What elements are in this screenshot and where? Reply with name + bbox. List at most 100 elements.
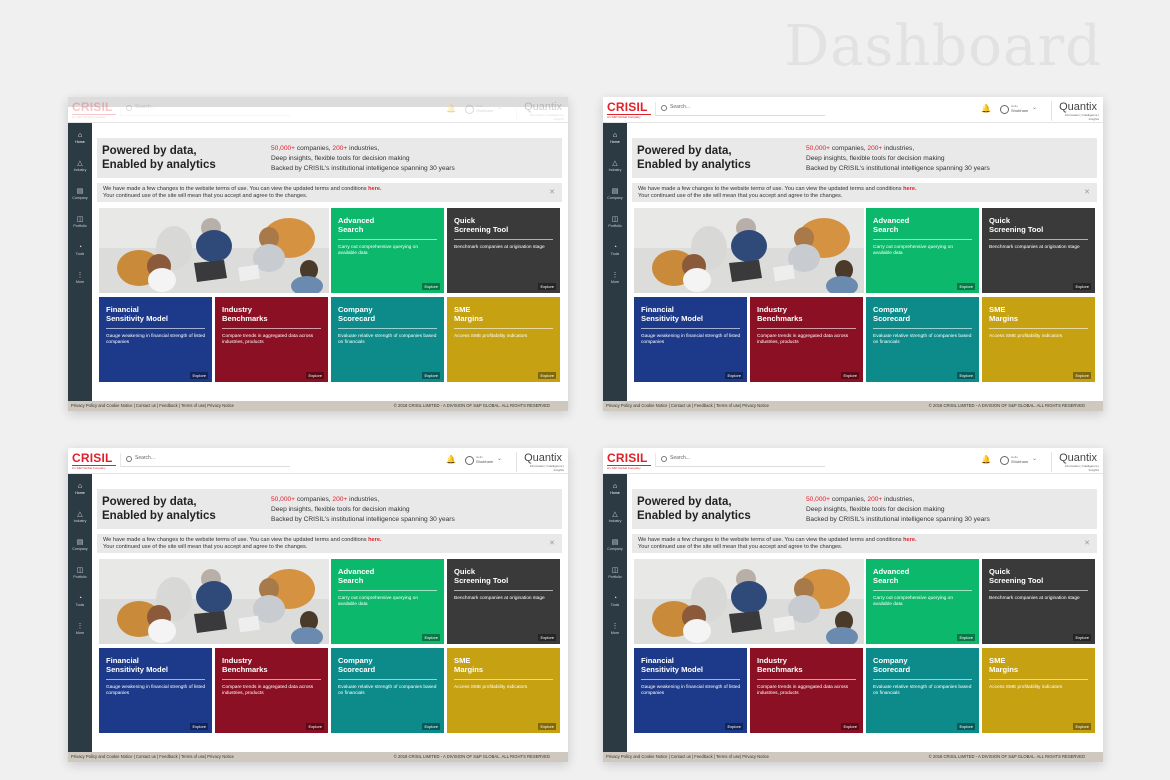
tile-advanced-search[interactable]: Advanced Search Carry out comprehensive q… xyxy=(331,208,444,293)
terms-link[interactable]: here. xyxy=(903,537,916,543)
sidebar-item-portfolio[interactable]: ◫ Portfolio xyxy=(68,211,92,235)
tile-industry-benchmarks[interactable]: Industry Benchmarks Compare trends in agg… xyxy=(215,648,328,733)
tile-quick-screening-tool[interactable]: Quick Screening Tool Benchmark companies … xyxy=(982,208,1095,293)
tile-quick-screening-tool[interactable]: Quick Screening Tool Benchmark companies … xyxy=(447,559,560,644)
search-input[interactable]: Search... xyxy=(655,453,825,467)
crisil-logo[interactable]: CRISIL An S&P Global Company xyxy=(72,101,116,119)
tile-advanced-search[interactable]: Advanced Search Carry out comprehensive q… xyxy=(331,559,444,644)
terms-link[interactable]: here. xyxy=(368,186,381,192)
tile-financial-sensitivity-model[interactable]: Financial Sensitivity Model Gauge weakeni… xyxy=(99,648,212,733)
sidebar-item-industry[interactable]: △ Industry xyxy=(603,506,627,530)
sidebar-item-industry[interactable]: △ Industry xyxy=(68,506,92,530)
tile-sme-margins[interactable]: SME Margins Access SME profitability indi… xyxy=(447,297,560,382)
explore-button[interactable]: Explore xyxy=(957,723,975,730)
tile-quick-screening-tool[interactable]: Quick Screening Tool Benchmark companies … xyxy=(447,208,560,293)
search-input[interactable]: Search... xyxy=(120,453,290,467)
sidebar-item-portfolio[interactable]: ◫ Portfolio xyxy=(603,562,627,586)
close-icon[interactable]: ✕ xyxy=(549,539,555,547)
tile-industry-benchmarks[interactable]: Industry Benchmarks Compare trends in agg… xyxy=(750,648,863,733)
tile-financial-sensitivity-model[interactable]: Financial Sensitivity Model Gauge weakeni… xyxy=(99,297,212,382)
explore-button[interactable]: Explore xyxy=(306,372,324,379)
close-icon[interactable]: ✕ xyxy=(1084,188,1090,196)
sidebar-item-industry[interactable]: △ Industry xyxy=(68,155,92,179)
user-menu[interactable]: Hello Shubham ⌄ xyxy=(465,455,507,468)
tile-sme-margins[interactable]: SME Margins Access SME profitability indi… xyxy=(447,648,560,733)
explore-button[interactable]: Explore xyxy=(538,283,556,290)
sidebar-item-portfolio[interactable]: ◫ Portfolio xyxy=(603,211,627,235)
sidebar-item-more[interactable]: ⋮ More xyxy=(603,618,627,642)
explore-button[interactable]: Explore xyxy=(841,372,859,379)
footer-links[interactable]: Privacy Policy and Cookie Notice | Conta… xyxy=(71,403,234,408)
explore-button[interactable]: Explore xyxy=(190,372,208,379)
sidebar-item-company[interactable]: ▤ Company xyxy=(603,534,627,558)
sidebar-item-more[interactable]: ⋮ More xyxy=(603,267,627,291)
bell-icon[interactable]: 🔔 xyxy=(981,455,991,464)
explore-button[interactable]: Explore xyxy=(725,723,743,730)
bell-icon[interactable]: 🔔 xyxy=(446,104,456,113)
sidebar-item-home[interactable]: ⌂ Home xyxy=(68,478,92,502)
crisil-logo[interactable]: CRISIL An S&P Global Company xyxy=(72,452,116,470)
quantix-logo[interactable]: Quantix Information | Intelligence | Ins… xyxy=(1051,101,1101,121)
sidebar-item-home[interactable]: ⌂ Home xyxy=(603,127,627,151)
tile-sme-margins[interactable]: SME Margins Access SME profitability indi… xyxy=(982,648,1095,733)
explore-button[interactable]: Explore xyxy=(422,283,440,290)
tile-quick-screening-tool[interactable]: Quick Screening Tool Benchmark companies … xyxy=(982,559,1095,644)
tile-company-scorecard[interactable]: Company Scorecard Evaluate relative stren… xyxy=(331,648,444,733)
search-input[interactable]: Search... xyxy=(120,102,290,116)
explore-button[interactable]: Explore xyxy=(1073,283,1091,290)
bell-icon[interactable]: 🔔 xyxy=(446,455,456,464)
crisil-logo[interactable]: CRISIL An S&P Global Company xyxy=(607,452,651,470)
tile-industry-benchmarks[interactable]: Industry Benchmarks Compare trends in agg… xyxy=(750,297,863,382)
explore-button[interactable]: Explore xyxy=(1073,634,1091,641)
explore-button[interactable]: Explore xyxy=(957,283,975,290)
sidebar-item-more[interactable]: ⋮ More xyxy=(68,267,92,291)
explore-button[interactable]: Explore xyxy=(957,372,975,379)
explore-button[interactable]: Explore xyxy=(1073,723,1091,730)
sidebar-item-tools[interactable]: ◔ Tools xyxy=(68,239,92,263)
tile-industry-benchmarks[interactable]: Industry Benchmarks Compare trends in agg… xyxy=(215,297,328,382)
quantix-logo[interactable]: Quantix Information | Intelligence | Ins… xyxy=(1051,452,1101,472)
explore-button[interactable]: Explore xyxy=(538,634,556,641)
tile-financial-sensitivity-model[interactable]: Financial Sensitivity Model Gauge weakeni… xyxy=(634,648,747,733)
sidebar-item-company[interactable]: ▤ Company xyxy=(68,183,92,207)
footer-links[interactable]: Privacy Policy and Cookie Notice | Conta… xyxy=(606,403,769,408)
crisil-logo[interactable]: CRISIL An S&P Global Company xyxy=(607,101,651,119)
explore-button[interactable]: Explore xyxy=(422,723,440,730)
sidebar-item-company[interactable]: ▤ Company xyxy=(603,183,627,207)
tile-company-scorecard[interactable]: Company Scorecard Evaluate relative stren… xyxy=(331,297,444,382)
bell-icon[interactable]: 🔔 xyxy=(981,104,991,113)
close-icon[interactable]: ✕ xyxy=(549,188,555,196)
sidebar-item-more[interactable]: ⋮ More xyxy=(68,618,92,642)
quantix-logo[interactable]: Quantix Information | Intelligence | Ins… xyxy=(516,452,566,472)
explore-button[interactable]: Explore xyxy=(538,372,556,379)
terms-link[interactable]: here. xyxy=(903,186,916,192)
sidebar-item-tools[interactable]: ◔ Tools xyxy=(603,590,627,614)
footer-links[interactable]: Privacy Policy and Cookie Notice | Conta… xyxy=(606,754,769,759)
sidebar-item-company[interactable]: ▤ Company xyxy=(68,534,92,558)
tile-advanced-search[interactable]: Advanced Search Carry out comprehensive q… xyxy=(866,208,979,293)
explore-button[interactable]: Explore xyxy=(725,372,743,379)
tile-sme-margins[interactable]: SME Margins Access SME profitability indi… xyxy=(982,297,1095,382)
explore-button[interactable]: Explore xyxy=(422,372,440,379)
explore-button[interactable]: Explore xyxy=(1073,372,1091,379)
tile-company-scorecard[interactable]: Company Scorecard Evaluate relative stren… xyxy=(866,648,979,733)
quantix-logo[interactable]: Quantix Information | Intelligence | Ins… xyxy=(516,101,566,121)
terms-link[interactable]: here. xyxy=(368,537,381,543)
footer-links[interactable]: Privacy Policy and Cookie Notice | Conta… xyxy=(71,754,234,759)
explore-button[interactable]: Explore xyxy=(306,723,324,730)
tile-company-scorecard[interactable]: Company Scorecard Evaluate relative stren… xyxy=(866,297,979,382)
sidebar-item-portfolio[interactable]: ◫ Portfolio xyxy=(68,562,92,586)
user-menu[interactable]: Hello Shubham ⌄ xyxy=(465,104,507,117)
search-input[interactable]: Search... xyxy=(655,102,825,116)
explore-button[interactable]: Explore xyxy=(190,723,208,730)
explore-button[interactable]: Explore xyxy=(422,634,440,641)
sidebar-item-home[interactable]: ⌂ Home xyxy=(603,478,627,502)
sidebar-item-industry[interactable]: △ Industry xyxy=(603,155,627,179)
user-menu[interactable]: Hello Shubham ⌄ xyxy=(1000,455,1042,468)
close-icon[interactable]: ✕ xyxy=(1084,539,1090,547)
tile-advanced-search[interactable]: Advanced Search Carry out comprehensive q… xyxy=(866,559,979,644)
sidebar-item-tools[interactable]: ◔ Tools xyxy=(603,239,627,263)
tile-financial-sensitivity-model[interactable]: Financial Sensitivity Model Gauge weakeni… xyxy=(634,297,747,382)
explore-button[interactable]: Explore xyxy=(841,723,859,730)
user-menu[interactable]: Hello Shubham ⌄ xyxy=(1000,104,1042,117)
